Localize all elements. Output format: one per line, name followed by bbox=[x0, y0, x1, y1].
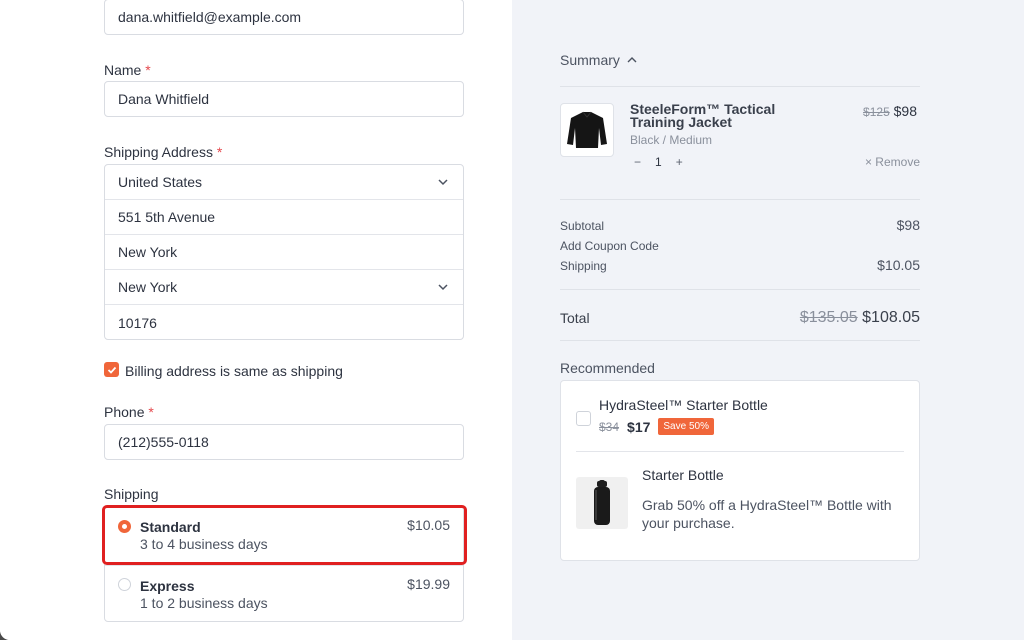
recommended-item-name: HydraSteel™ Starter Bottle bbox=[599, 397, 768, 413]
phone-field[interactable]: (212)555-0118 bbox=[104, 424, 464, 460]
checkmark-icon bbox=[107, 366, 116, 374]
total-label: Total bbox=[560, 310, 590, 326]
discount-badge: Save 50% bbox=[658, 418, 714, 435]
shipping-option-price: $19.99 bbox=[407, 576, 450, 592]
bottle-image bbox=[594, 480, 610, 525]
billing-same-checkbox[interactable] bbox=[104, 362, 119, 377]
shipping-method-label: Shipping bbox=[104, 486, 159, 502]
chevron-down-icon bbox=[438, 179, 448, 186]
shipping-option-name: Express bbox=[140, 578, 195, 594]
billing-same-label: Billing address is same as shipping bbox=[125, 363, 343, 379]
shipping-address-label: Shipping Address * bbox=[104, 144, 223, 160]
radio-express[interactable] bbox=[118, 578, 131, 591]
selection-highlight bbox=[102, 505, 467, 565]
qty-value: 1 bbox=[655, 155, 662, 169]
phone-value: (212)555-0118 bbox=[118, 434, 209, 450]
qty-increase-button[interactable]: + bbox=[676, 155, 683, 169]
summary-toggle[interactable]: Summary bbox=[560, 52, 638, 68]
quantity-stepper: − 1 + bbox=[634, 155, 683, 169]
recommended-current-price: $17 bbox=[627, 418, 651, 435]
street-field[interactable]: 551 5th Avenue bbox=[105, 200, 463, 235]
name-field[interactable]: Dana Whitfield bbox=[104, 81, 464, 117]
shipping-address-group: United States 551 5th Avenue New York Ne… bbox=[104, 164, 464, 340]
phone-label: Phone * bbox=[104, 404, 154, 420]
total-value: $108.05 bbox=[862, 309, 920, 326]
shipping-option-express[interactable]: Express 1 to 2 business days $19.99 bbox=[105, 565, 463, 623]
shipping-option-detail: 1 to 2 business days bbox=[140, 595, 268, 611]
recommended-item-price: $34 $17 Save 50% bbox=[599, 418, 714, 435]
add-coupon-link[interactable]: Add Coupon Code bbox=[560, 239, 659, 253]
recommended-old-price: $34 bbox=[599, 419, 620, 434]
recommended-heading: Recommended bbox=[560, 360, 655, 376]
divider bbox=[576, 451, 904, 452]
remove-item-button[interactable]: × Remove bbox=[865, 155, 920, 169]
divider bbox=[560, 340, 920, 341]
name-label: Name * bbox=[104, 62, 151, 78]
checkout-window: dana.whitfield@example.com Name * Dana W… bbox=[0, 0, 1024, 640]
country-select[interactable]: United States bbox=[105, 165, 463, 200]
divider bbox=[560, 199, 920, 200]
bottle-thumbnail bbox=[576, 477, 628, 529]
qty-decrease-button[interactable]: − bbox=[634, 155, 641, 169]
product-price: $125 $98 bbox=[863, 103, 917, 119]
checkout-form: dana.whitfield@example.com Name * Dana W… bbox=[0, 0, 512, 640]
zip-field[interactable]: 10176 bbox=[105, 305, 463, 340]
chevron-up-icon bbox=[627, 57, 637, 63]
shipping-value: $10.05 bbox=[877, 257, 920, 273]
chevron-down-icon bbox=[438, 284, 448, 291]
product-old-price: $125 bbox=[863, 105, 890, 119]
promo-title: Starter Bottle bbox=[642, 467, 724, 483]
divider bbox=[560, 289, 920, 290]
email-value: dana.whitfield@example.com bbox=[118, 9, 302, 25]
product-thumbnail bbox=[560, 103, 614, 157]
recommended-card: HydraSteel™ Starter Bottle $34 $17 Save … bbox=[560, 380, 920, 561]
total-old-price: $135.05 bbox=[799, 309, 858, 326]
promo-description: Grab 50% off a HydraSteel™ Bottle with y… bbox=[642, 497, 892, 531]
add-recommended-checkbox[interactable] bbox=[576, 411, 591, 426]
shipping-label: Shipping bbox=[560, 259, 607, 273]
email-field[interactable]: dana.whitfield@example.com bbox=[104, 0, 464, 35]
jacket-image bbox=[567, 111, 607, 148]
city-field[interactable]: New York bbox=[105, 235, 463, 270]
product-variant: Black / Medium bbox=[630, 133, 713, 147]
product-current-price: $98 bbox=[893, 103, 917, 119]
subtotal-value: $98 bbox=[896, 217, 920, 233]
name-value: Dana Whitfield bbox=[118, 91, 210, 107]
product-name: SteeleForm™ Tactical Training Jacket bbox=[630, 101, 776, 130]
subtotal-label: Subtotal bbox=[560, 219, 605, 233]
divider bbox=[560, 86, 920, 87]
total-price: $135.05 $108.05 bbox=[800, 309, 920, 327]
state-select[interactable]: New York bbox=[105, 270, 463, 305]
summary-heading: Summary bbox=[560, 52, 620, 68]
